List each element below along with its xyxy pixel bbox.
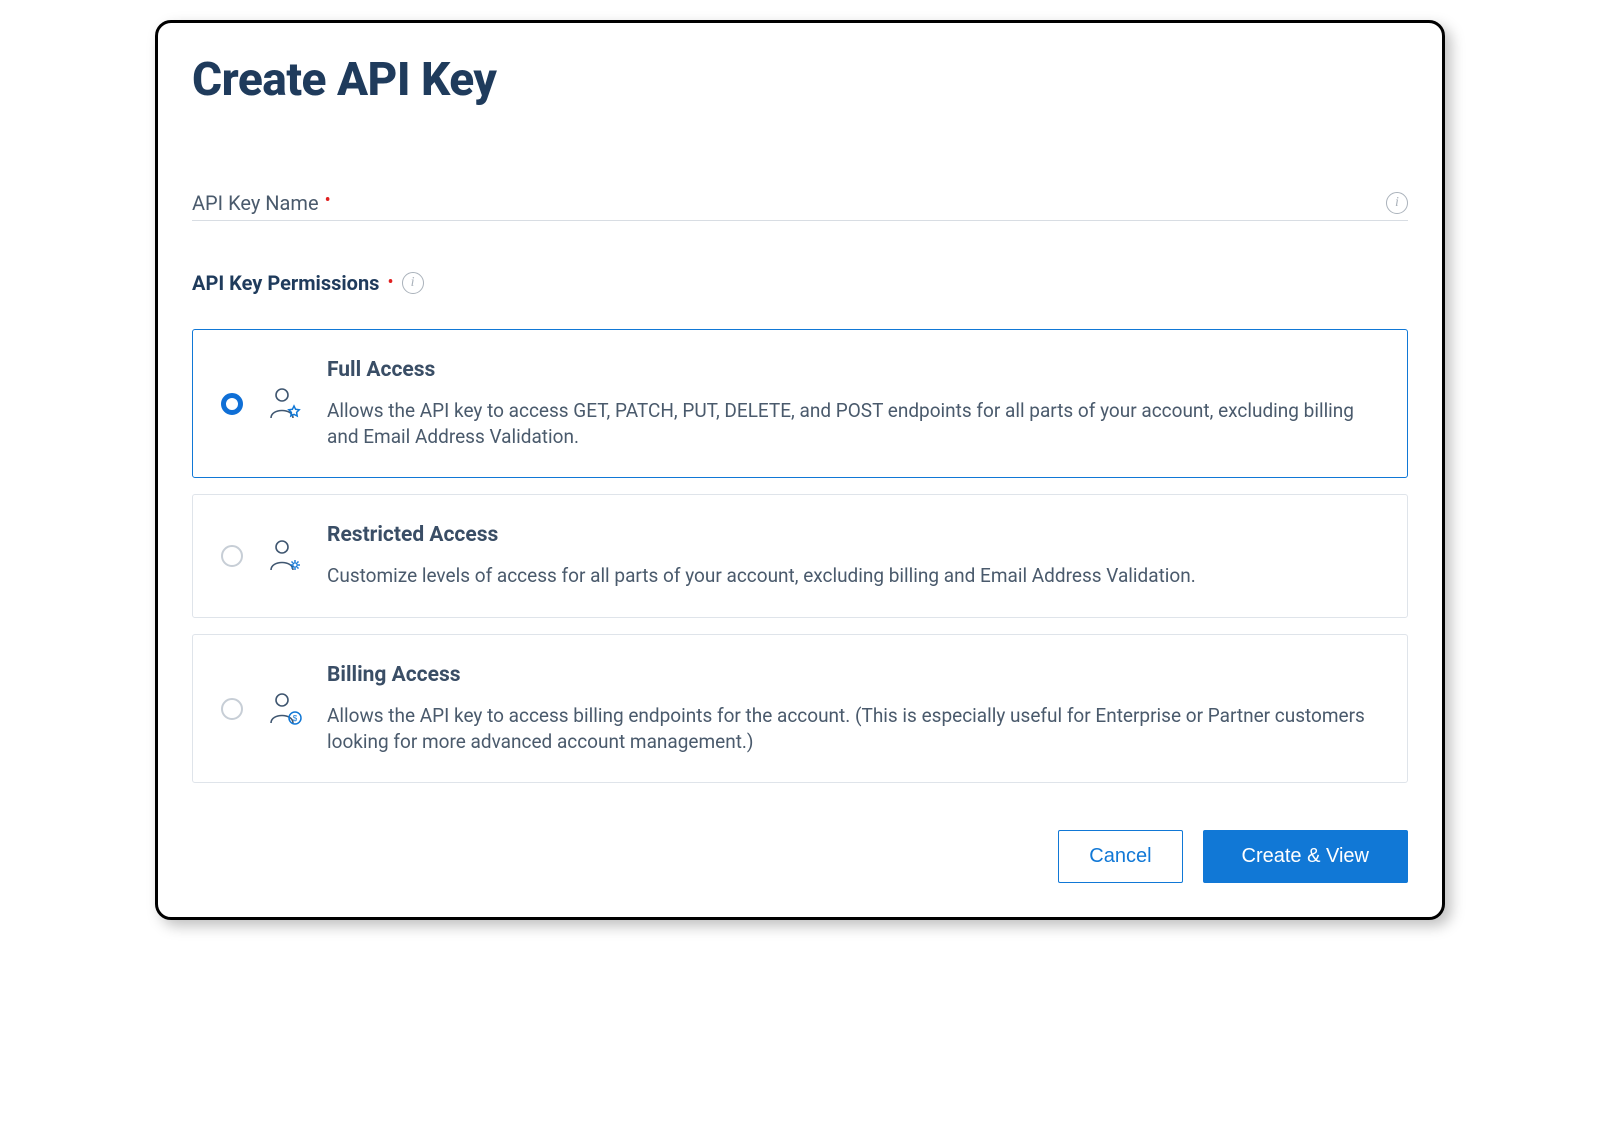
- permission-option-description: Customize levels of access for all parts…: [327, 563, 1379, 589]
- required-dot-icon: •: [325, 190, 331, 211]
- permission-option-text: Restricted Access Customize levels of ac…: [327, 523, 1379, 589]
- permissions-label-row: API Key Permissions • i: [192, 271, 1408, 295]
- required-dot-icon: •: [387, 272, 393, 293]
- permission-option-title: Billing Access: [327, 663, 1379, 687]
- user-dollar-icon: $: [267, 691, 303, 727]
- radio-restricted-access[interactable]: [221, 545, 243, 567]
- info-icon[interactable]: i: [402, 272, 424, 294]
- user-gear-icon: [267, 538, 303, 574]
- permission-option-billing-access[interactable]: $ Billing Access Allows the API key to a…: [192, 634, 1408, 783]
- create-api-key-dialog: Create API Key API Key Name • i API Key …: [155, 20, 1445, 920]
- permission-option-text: Billing Access Allows the API key to acc…: [327, 663, 1379, 754]
- api-key-name-field-row: API Key Name • i: [192, 187, 1408, 221]
- permission-option-title: Restricted Access: [327, 523, 1379, 547]
- svg-text:$: $: [293, 714, 298, 723]
- permissions-label: API Key Permissions: [192, 271, 379, 295]
- create-view-button[interactable]: Create & View: [1203, 830, 1408, 883]
- permission-option-full-access[interactable]: Full Access Allows the API key to access…: [192, 329, 1408, 478]
- radio-billing-access[interactable]: [221, 698, 243, 720]
- user-star-icon: [267, 386, 303, 422]
- api-key-name-label: API Key Name: [192, 191, 319, 215]
- permission-option-restricted-access[interactable]: Restricted Access Customize levels of ac…: [192, 494, 1408, 618]
- permission-option-title: Full Access: [327, 358, 1379, 382]
- page-title: Create API Key: [192, 53, 1408, 107]
- dialog-actions: Cancel Create & View: [192, 802, 1408, 883]
- cancel-button[interactable]: Cancel: [1058, 830, 1182, 883]
- info-icon[interactable]: i: [1386, 192, 1408, 214]
- api-key-name-input[interactable]: [331, 187, 1386, 218]
- radio-full-access[interactable]: [221, 393, 243, 415]
- permission-option-text: Full Access Allows the API key to access…: [327, 358, 1379, 449]
- permission-option-description: Allows the API key to access billing end…: [327, 703, 1379, 754]
- permission-option-description: Allows the API key to access GET, PATCH,…: [327, 398, 1379, 449]
